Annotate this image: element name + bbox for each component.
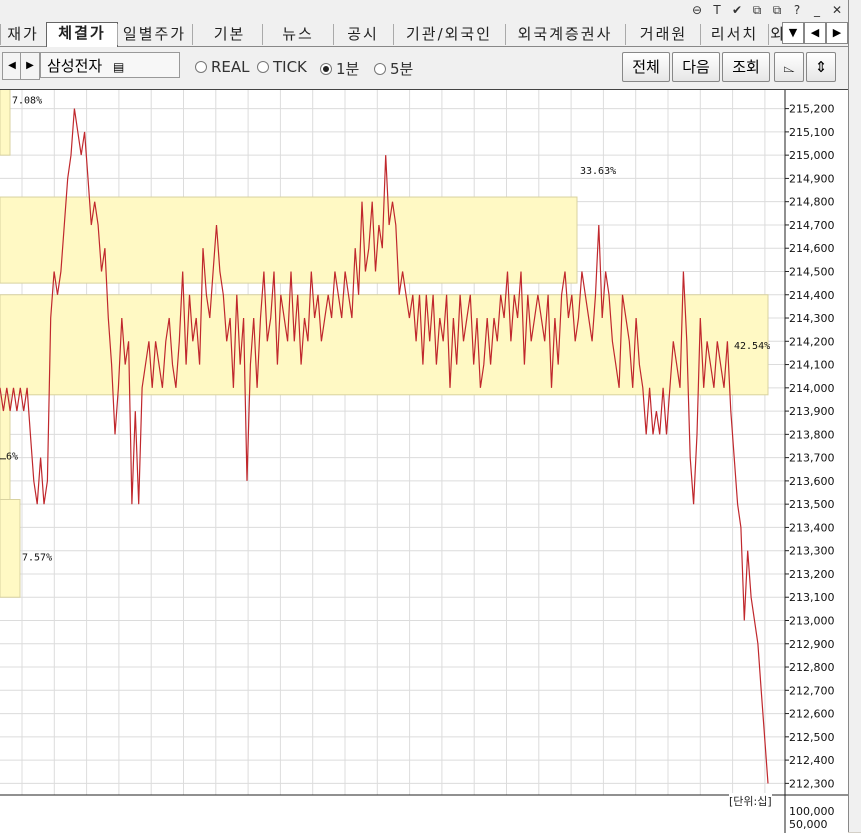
tab-4[interactable]: 뉴스 [262,24,333,45]
y-tick-label: 213,800 [789,428,835,441]
y-tick-label: 212,900 [789,638,835,651]
title-icon-5[interactable]: ? [790,3,804,18]
y-tick-label: 213,000 [789,614,835,627]
tab-nav: ▼ ◀ ▶ [782,22,848,44]
y-tick-label: 214,500 [789,265,835,278]
right-scroll-strip[interactable] [848,0,861,832]
y-tick-label: 213,200 [789,568,835,581]
resize-icon[interactable]: ⇕ [806,52,836,82]
y-tick-label: 214,000 [789,382,835,395]
y-tick-label: 212,300 [789,777,835,790]
radio-1min[interactable]: 1분 [320,58,359,79]
y-tick-label: 212,500 [789,731,835,744]
stock-name-field[interactable]: 삼성전자 ▤ [40,52,180,78]
tab-9[interactable]: 리서치 [700,24,768,45]
title-icon-0[interactable]: ⊖ [690,3,704,18]
tab-2[interactable]: 일별주가 [117,24,191,45]
tab-5[interactable]: 공시 [333,24,392,45]
profile-percent-label: 42.54% [734,341,770,352]
query-button[interactable]: 조회 [722,52,770,82]
tab-1[interactable]: 체결가 [46,22,118,47]
tab-next-icon[interactable]: ▶ [826,22,848,44]
y-tick-label: 214,600 [789,242,835,255]
y-tick-label: 215,100 [789,126,835,139]
unit-label: [단위:십] [729,793,772,809]
y-tick-label: 214,300 [789,312,835,325]
y-tick-label: 213,500 [789,498,835,511]
chart-area: 7.08% 33.63% 42.54% …6% 7.57% 215,200 215,100 2… [0,89,848,833]
y-tick-label: 213,600 [789,475,835,488]
y-tick-label: 214,700 [789,219,835,232]
tab-dropdown-icon[interactable]: ▼ [782,22,804,44]
y-tick-label: 212,800 [789,661,835,674]
volume-tick-label: 50,000 [789,818,828,831]
radio-real-label: REAL [211,58,250,76]
next-button[interactable]: 다음 [672,52,720,82]
y-tick-label: 212,700 [789,684,835,697]
y-tick-label: 214,400 [789,289,835,302]
title-icon-6[interactable]: _ [810,3,824,18]
chart-setting-icon[interactable]: ⌳ [774,52,804,82]
radio-1min-dot [320,62,332,75]
radio-tick-dot [257,61,269,73]
y-tick-label: 213,900 [789,405,835,418]
y-tick-label: 213,400 [789,521,835,534]
tab-bar: 재가 체결가 일별주가 기본 뉴스 공시 기관/외국인 외국계증권사 거래원 리서치 외 [0,22,848,47]
radio-tick-label: TICK [273,58,307,76]
tab-8[interactable]: 거래원 [625,24,701,45]
y-tick-label: 214,800 [789,196,835,209]
price-profile-box [0,196,578,284]
radio-tick[interactable]: TICK [257,58,307,76]
title-icon-3[interactable]: ⧉ [750,3,764,18]
title-icon-7[interactable]: ✕ [830,3,844,18]
y-tick-label: 214,200 [789,335,835,348]
profile-percent-label: …6% [0,451,18,462]
title-bar: ⊖ T ✔ ⧉ ⧉? _ ✕ [0,0,848,22]
title-icon-4[interactable]: ⧉ [770,3,784,18]
title-icon-2[interactable]: ✔ [730,3,744,18]
price-profile-box [0,294,769,396]
tab-6[interactable]: 기관/외국인 [393,24,504,45]
stock-window: ⊖ T ✔ ⧉ ⧉? _ ✕ 재가 체결가 일별주가 기본 뉴스 공시 기관/외국인 외국계증권사 거래원 리… [0,0,848,833]
y-tick-label: 213,100 [789,591,835,604]
price-profile-box [0,90,11,156]
y-tick-label: 212,400 [789,754,835,767]
profile-percent-label: 33.63% [580,166,616,177]
stock-next-button[interactable]: ▶ [20,52,40,80]
price-profile-box [0,499,21,598]
volume-tick-label: 100,000 [789,805,835,818]
y-tick-label: 214,900 [789,172,835,185]
radio-1min-label: 1분 [336,60,360,78]
all-button[interactable]: 전체 [622,52,670,82]
radio-5min-label: 5분 [390,60,414,78]
profile-percent-label: 7.08% [12,95,42,106]
tab-7[interactable]: 외국계증권사 [505,24,624,45]
y-tick-label: 215,000 [789,149,835,162]
y-tick-label: 215,200 [789,103,835,116]
stock-name: 삼성전자 [47,57,103,75]
toolbar: ◀ ▶ 삼성전자 ▤ REAL TICK 1분 5분 전체 다음 조회 ⌳ ⇕ [0,48,848,86]
radio-5min[interactable]: 5분 [374,58,413,79]
radio-real[interactable]: REAL [195,58,250,76]
profile-percent-label: 7.57% [22,552,52,563]
price-chart: 7.08% 33.63% 42.54% …6% 7.57% 215,200 215,100 2… [0,90,848,833]
stock-prev-button[interactable]: ◀ [2,52,22,80]
tab-3[interactable]: 기본 [192,24,266,45]
title-icons: ⊖ T ✔ ⧉ ⧉? _ ✕ [690,3,844,18]
radio-real-dot [195,61,207,73]
document-icon: ▤ [112,60,125,74]
y-tick-label: 214,100 [789,359,835,372]
title-icon-1[interactable]: T [710,3,724,18]
y-tick-label: 212,600 [789,708,835,721]
radio-5min-dot [374,62,386,75]
tab-prev-icon[interactable]: ◀ [804,22,826,44]
y-tick-label: 213,300 [789,545,835,558]
y-tick-label: 213,700 [789,452,835,465]
tab-0[interactable]: 재가 [0,24,45,45]
